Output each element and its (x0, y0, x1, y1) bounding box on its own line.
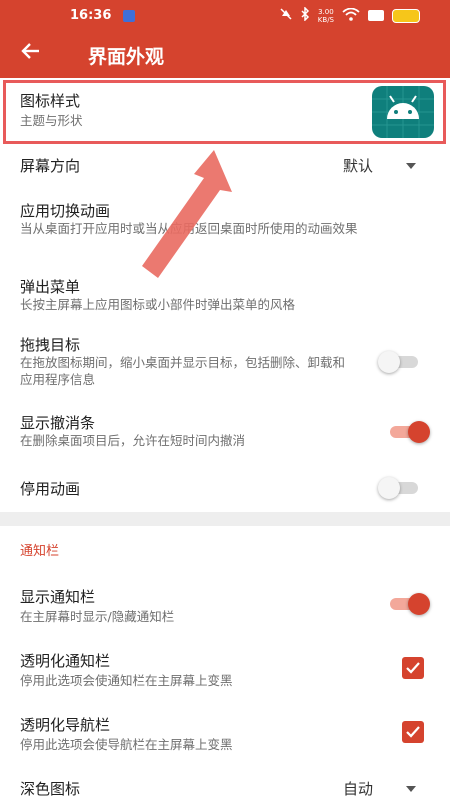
setting-undo-bar[interactable]: 显示撤消条 在删除桌面项目后，允许在短时间内撤消 (0, 408, 450, 456)
checkmark-icon (406, 726, 420, 738)
transition-sub: 当从桌面打开应用时或当从应用返回桌面时所使用的动画效果 (20, 221, 358, 236)
transparent-nav-checkbox[interactable] (402, 721, 424, 743)
disable-animation-label: 停用动画 (20, 480, 81, 498)
drag-target-switch[interactable] (378, 350, 422, 374)
setting-transparent-notification-bar[interactable]: 透明化通知栏 停用此选项会使通知栏在主屏幕上变黑 (0, 648, 450, 696)
orientation-dropdown[interactable]: 默认 (343, 155, 373, 176)
wifi-icon (342, 7, 360, 24)
show-bar-switch[interactable] (388, 592, 432, 616)
chevron-down-icon (406, 786, 416, 792)
setting-disable-animation[interactable]: 停用动画 (0, 474, 450, 506)
undo-bar-sub: 在删除桌面项目后，允许在短时间内撤消 (20, 433, 246, 448)
section-divider (0, 512, 450, 526)
setting-transition[interactable]: 应用切换动画 当从桌面打开应用时或当从应用返回桌面时所使用的动画效果 (0, 196, 450, 258)
setting-popup-menu[interactable]: 弹出菜单 长按主屏幕上应用图标或小部件时弹出菜单的风格 (0, 270, 450, 320)
transition-label: 应用切换动画 (20, 202, 111, 220)
transparent-notif-checkbox[interactable] (402, 657, 424, 679)
popup-menu-sub: 长按主屏幕上应用图标或小部件时弹出菜单的风格 (20, 297, 296, 312)
undo-bar-switch[interactable] (388, 420, 432, 444)
dark-icons-label: 深色图标 (20, 780, 81, 798)
switch-thumb (408, 421, 430, 443)
back-arrow-icon[interactable] (20, 40, 42, 70)
show-bar-label: 显示通知栏 (20, 588, 96, 606)
status-icons: 3.00 KB/S (280, 6, 420, 24)
speed-value: 3.00 (318, 7, 334, 16)
show-bar-sub: 在主屏幕时显示/隐藏通知栏 (20, 609, 175, 624)
sim-card-icon (368, 10, 384, 21)
drag-target-sub: 在拖放图标期间，缩小桌面并显示目标，包括删除、卸载和应用程序信息 (20, 355, 346, 387)
bluetooth-icon (300, 6, 310, 24)
switch-thumb (408, 593, 430, 615)
switch-thumb (378, 351, 400, 373)
status-bar: 16:36 3.00 KB/S (0, 0, 450, 32)
disable-animation-switch[interactable] (378, 476, 422, 500)
setting-orientation[interactable]: 屏幕方向 默认 (0, 150, 450, 182)
switch-thumb (378, 477, 400, 499)
transparent-notif-sub: 停用此选项会使通知栏在主屏幕上变黑 (20, 673, 233, 688)
setting-transparent-navigation-bar[interactable]: 透明化导航栏 停用此选项会使导航栏在主屏幕上变黑 (0, 712, 450, 760)
setting-show-notification-bar[interactable]: 显示通知栏 在主屏幕时显示/隐藏通知栏 (0, 584, 450, 632)
popup-menu-label: 弹出菜单 (20, 278, 81, 296)
checkmark-icon (406, 662, 420, 674)
app-bar: 界面外观 (0, 32, 450, 78)
android-icon[interactable] (372, 86, 434, 138)
undo-bar-label: 显示撤消条 (20, 414, 96, 432)
transparent-nav-label: 透明化导航栏 (20, 716, 111, 734)
page-title: 界面外观 (88, 46, 165, 68)
transparent-notif-label: 透明化通知栏 (20, 652, 111, 670)
orientation-label: 屏幕方向 (20, 157, 81, 175)
notification-section-header: 通知栏 (20, 544, 60, 559)
status-time: 16:36 (70, 8, 112, 23)
network-speed: 3.00 KB/S (318, 8, 334, 24)
dark-icons-dropdown[interactable]: 自动 (343, 778, 373, 799)
speed-unit: KB/S (317, 15, 334, 24)
setting-dark-icons[interactable]: 深色图标 自动 (0, 772, 450, 800)
transparent-nav-sub: 停用此选项会使导航栏在主屏幕上变黑 (20, 737, 233, 752)
notification-app-icon (123, 10, 135, 22)
battery-icon (392, 8, 420, 23)
setting-drag-target[interactable]: 拖拽目标 在拖放图标期间，缩小桌面并显示目标，包括删除、卸载和应用程序信息 (0, 330, 450, 392)
mute-icon (280, 8, 292, 23)
chevron-down-icon (406, 163, 416, 169)
drag-target-label: 拖拽目标 (20, 336, 81, 354)
